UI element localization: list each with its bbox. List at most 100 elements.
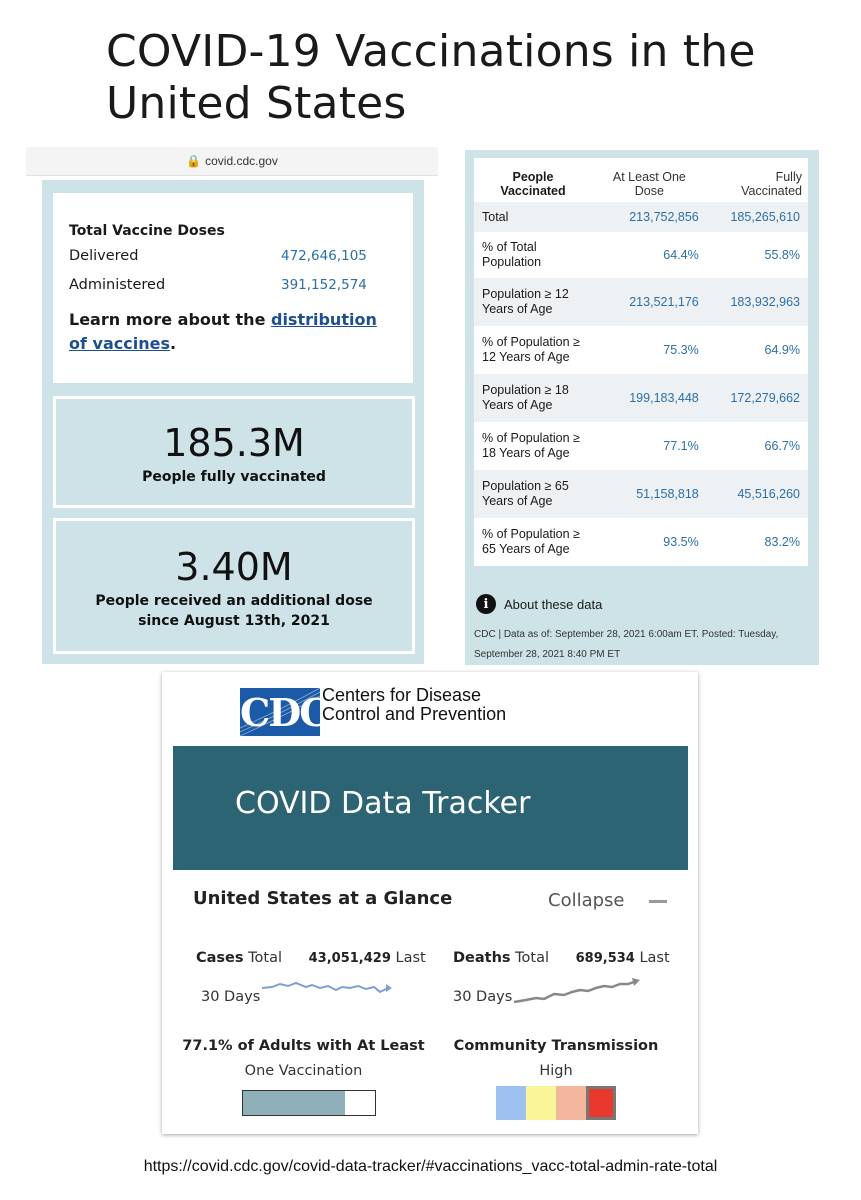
vaccination-table: People Vaccinated At Least One Dose Full… <box>474 158 808 566</box>
row-label: Population ≥ 12 Years of Age <box>474 278 592 326</box>
row-label-text: % of Total Population <box>482 240 542 269</box>
transmission-moderate-block <box>526 1086 556 1120</box>
covid-data-tracker-card: CDC Centers for Disease Control and Prev… <box>162 672 698 1134</box>
row-label-text: % of Population ≥ 12 Years of Age <box>482 335 580 364</box>
table-header-row: People Vaccinated At Least One Dose Full… <box>474 158 808 202</box>
cell-at-least-one-dose: 213,521,176 <box>592 278 707 326</box>
header-people-vaccinated[interactable]: People Vaccinated <box>474 158 592 202</box>
table-row: Population ≥ 65 Years of Age 51,158,818 45… <box>474 470 808 518</box>
cases-metric: Cases Total 43,051,429 Last <box>196 950 426 966</box>
cases-value: 43,051,429 <box>308 951 391 966</box>
cases-label: Cases <box>196 950 244 966</box>
cdc-logo: CDC <box>240 688 329 736</box>
deaths-total-label: Total <box>515 950 550 966</box>
learn-more-suffix: . <box>169 334 177 353</box>
deaths-metric: Deaths Total 689,534 Last <box>453 950 670 966</box>
cell-fully-vaccinated: 172,279,662 <box>706 374 808 422</box>
fully-vaccinated-card: 185.3M People fully vaccinated <box>53 396 415 508</box>
fully-vaccinated-value: 185.3M <box>163 421 305 465</box>
cell-at-least-one-dose: 51,158,818 <box>592 470 707 518</box>
table-row: % of Population ≥ 12 Years of Age 75.3% 64… <box>474 326 808 374</box>
cell-fully-vaccinated: 55.8% <box>764 248 800 262</box>
administered-value: 391,152,574 <box>281 277 367 293</box>
fully-vaccinated-label: People fully vaccinated <box>142 469 326 485</box>
vaccination-progress-bar <box>242 1090 376 1116</box>
row-label: % of Population ≥ 18 Years of Age <box>474 422 592 470</box>
info-icon: i <box>476 594 496 614</box>
cell-fully-vaccinated: 64.9% <box>764 343 800 357</box>
deaths-value: 689,534 <box>575 951 635 966</box>
transmission-low-block <box>496 1086 526 1120</box>
tracker-banner: COVID Data Tracker <box>173 746 688 870</box>
cell-at-least-one-dose: 64.4% <box>663 248 699 262</box>
about-data-label: About these data <box>504 596 603 612</box>
transmission-substantial-block <box>556 1086 586 1120</box>
browser-url-bar[interactable]: 🔒 covid.cdc.gov <box>26 147 438 176</box>
browser-url: covid.cdc.gov <box>205 154 278 168</box>
cdc-org-line1: Centers for Disease <box>322 685 482 705</box>
table-row: Population ≥ 12 Years of Age 213,521,176 1… <box>474 278 808 326</box>
learn-more-text: Learn more about the distribution of vac… <box>69 308 399 356</box>
cell-fully-vaccinated: 66.7% <box>764 439 800 453</box>
about-data-link[interactable]: i About these data <box>476 594 602 614</box>
additional-dose-label: People received an additional dose since… <box>95 593 373 629</box>
header-at-least-one-dose[interactable]: At Least One Dose <box>592 158 707 202</box>
administered-row: Administered 391,152,574 <box>69 277 399 293</box>
cdc-org-line2: Control and Prevention <box>322 704 507 724</box>
row-label: Population ≥ 65 Years of Age <box>474 470 592 518</box>
cell-at-least-one-dose: 199,183,448 <box>592 374 707 422</box>
table-row: Total 213,752,856 185,265,610 <box>474 202 808 232</box>
cell-fully-vaccinated: 183,932,963 <box>706 278 808 326</box>
cases-sparkline <box>262 981 392 994</box>
vaccination-progress-fill <box>243 1091 345 1115</box>
cell-fully-vaccinated: 83.2% <box>764 535 800 549</box>
data-footnote: CDC | Data as of: September 28, 2021 6:0… <box>474 629 779 660</box>
additional-dose-value: 3.40M <box>175 545 293 589</box>
cdc-logo-text: CDC <box>240 690 329 735</box>
table-row: Population ≥ 18 Years of Age 199,183,448 1… <box>474 374 808 422</box>
community-transmission-label: Community Transmission <box>453 1038 659 1054</box>
table-row: % of Total Population 64.4% 55.8% <box>474 232 808 278</box>
deaths-sparkline <box>514 978 640 1004</box>
table-row: % of Population ≥ 65 Years of Age 93.5% 83… <box>474 518 808 566</box>
source-url: https://covid.cdc.gov/covid-data-tracker… <box>143 1158 718 1175</box>
minus-icon[interactable] <box>649 900 667 903</box>
administered-label: Administered <box>69 277 166 293</box>
row-label: % of Population ≥ 65 Years of Age <box>474 518 592 566</box>
adult-vaccination-sublabel: One Vaccination <box>244 1063 363 1079</box>
row-label-text: % of Population ≥ 65 Years of Age <box>482 527 580 556</box>
cell-at-least-one-dose: 77.1% <box>663 439 699 453</box>
row-label-text: Population ≥ 65 Years of Age <box>482 479 569 508</box>
table-row: % of Population ≥ 18 Years of Age 77.1% 66… <box>474 422 808 470</box>
glance-title: United States at a Glance <box>193 888 453 909</box>
additional-dose-card: 3.40M People received an additional dose… <box>53 518 415 654</box>
row-label: % of Population ≥ 12 Years of Age <box>474 326 592 374</box>
cases-period-a: Last <box>395 950 426 966</box>
deaths-period-b: 30 Days <box>453 989 513 1005</box>
collapse-button[interactable]: Collapse <box>548 890 625 911</box>
row-label-text: Population ≥ 12 Years of Age <box>482 287 569 316</box>
row-label-text: % of Population ≥ 18 Years of Age <box>482 431 580 460</box>
cell-fully-vaccinated: 185,265,610 <box>706 202 808 232</box>
delivered-value: 472,646,105 <box>281 248 367 264</box>
delivered-row: Delivered 472,646,105 <box>69 248 399 264</box>
lock-icon: 🔒 <box>186 154 202 168</box>
cell-at-least-one-dose: 213,752,856 <box>592 202 707 232</box>
learn-more-prefix: Learn more about the <box>69 310 271 329</box>
deaths-period-a: Last <box>639 950 670 966</box>
cdc-org-name: Centers for Disease Control and Preventi… <box>322 686 506 724</box>
delivered-label: Delivered <box>69 248 139 264</box>
deaths-label: Deaths <box>453 950 511 966</box>
row-label: Total <box>474 202 592 232</box>
cell-fully-vaccinated: 45,516,260 <box>706 470 808 518</box>
community-transmission-level: High <box>539 1063 573 1079</box>
cell-at-least-one-dose: 93.5% <box>663 535 699 549</box>
header-fully-vaccinated[interactable]: Fully Vaccinated <box>707 158 808 202</box>
row-label: Population ≥ 18 Years of Age <box>474 374 592 422</box>
transmission-scale <box>496 1086 616 1120</box>
row-label-text: Total <box>482 209 509 224</box>
adult-vaccination-label: 77.1% of Adults with At Least <box>182 1038 425 1054</box>
tracker-title: COVID Data Tracker <box>235 786 531 821</box>
doses-title: Total Vaccine Doses <box>69 223 225 239</box>
row-label: % of Total Population <box>474 232 592 278</box>
